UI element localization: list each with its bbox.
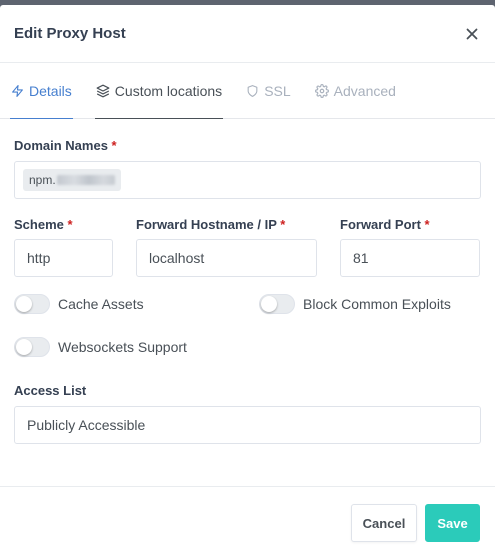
domain-chip-text: npm. xyxy=(29,173,56,187)
domain-names-input[interactable]: npm. xyxy=(14,161,481,199)
required-marker: * xyxy=(111,138,117,153)
scheme-label-text: Scheme xyxy=(14,217,64,232)
tab-custom-locations-label: Custom locations xyxy=(114,82,223,99)
cache-assets-switch[interactable] xyxy=(14,294,50,314)
websockets-toggle[interactable]: Websockets Support xyxy=(14,337,187,357)
edit-proxy-host-modal: Edit Proxy Host Details Custom locations… xyxy=(0,5,495,549)
close-icon xyxy=(466,28,478,39)
tab-ssl[interactable]: SSL xyxy=(246,63,291,118)
domain-names-label: Domain Names * xyxy=(14,138,481,153)
modal-header: Edit Proxy Host xyxy=(0,5,495,63)
tab-custom-locations[interactable]: Custom locations xyxy=(94,63,224,119)
forward-port-label: Forward Port * xyxy=(340,217,480,232)
block-exploits-label: Block Common Exploits xyxy=(303,296,451,312)
bolt-icon xyxy=(12,84,23,97)
cancel-button[interactable]: Cancel xyxy=(351,504,417,542)
required-marker: * xyxy=(67,217,73,232)
shield-icon xyxy=(247,84,258,97)
domain-chip[interactable]: npm. xyxy=(23,169,121,191)
modal-title: Edit Proxy Host xyxy=(14,25,126,42)
cache-assets-label: Cache Assets xyxy=(58,296,144,312)
access-list-label: Access List xyxy=(14,383,87,398)
tab-details[interactable]: Details xyxy=(10,63,73,119)
tab-advanced[interactable]: Advanced xyxy=(314,63,396,118)
save-button[interactable]: Save xyxy=(425,504,480,542)
tab-advanced-label: Advanced xyxy=(333,82,396,99)
websockets-label: Websockets Support xyxy=(58,339,187,355)
websockets-switch[interactable] xyxy=(14,337,50,357)
layers-icon xyxy=(96,84,110,97)
access-list-select[interactable]: Publicly Accessible xyxy=(14,406,481,444)
forward-hostname-label-text: Forward Hostname / IP xyxy=(136,217,277,232)
close-button[interactable] xyxy=(463,25,481,43)
cache-assets-toggle[interactable]: Cache Assets xyxy=(14,294,259,314)
gear-icon xyxy=(314,83,329,98)
redacted-domain xyxy=(56,175,115,185)
forward-hostname-label: Forward Hostname / IP * xyxy=(136,217,317,232)
block-exploits-toggle[interactable]: Block Common Exploits xyxy=(259,294,451,314)
tab-details-label: Details xyxy=(29,82,72,99)
tab-ssl-label: SSL xyxy=(264,82,291,99)
form-body: Domain Names * npm. Scheme * http Forwar… xyxy=(0,138,495,444)
required-marker: * xyxy=(424,217,430,232)
block-exploits-switch[interactable] xyxy=(259,294,295,314)
tab-bar: Details Custom locations SSL Advanced xyxy=(0,63,495,119)
domain-names-label-text: Domain Names xyxy=(14,138,108,153)
scheme-label: Scheme * xyxy=(14,217,113,232)
forward-hostname-input[interactable]: localhost xyxy=(136,239,317,277)
forward-port-label-text: Forward Port xyxy=(340,217,421,232)
modal-footer: Cancel Save xyxy=(0,486,495,549)
scheme-input[interactable]: http xyxy=(14,239,113,277)
forward-port-input[interactable]: 81 xyxy=(340,239,480,277)
required-marker: * xyxy=(280,217,286,232)
